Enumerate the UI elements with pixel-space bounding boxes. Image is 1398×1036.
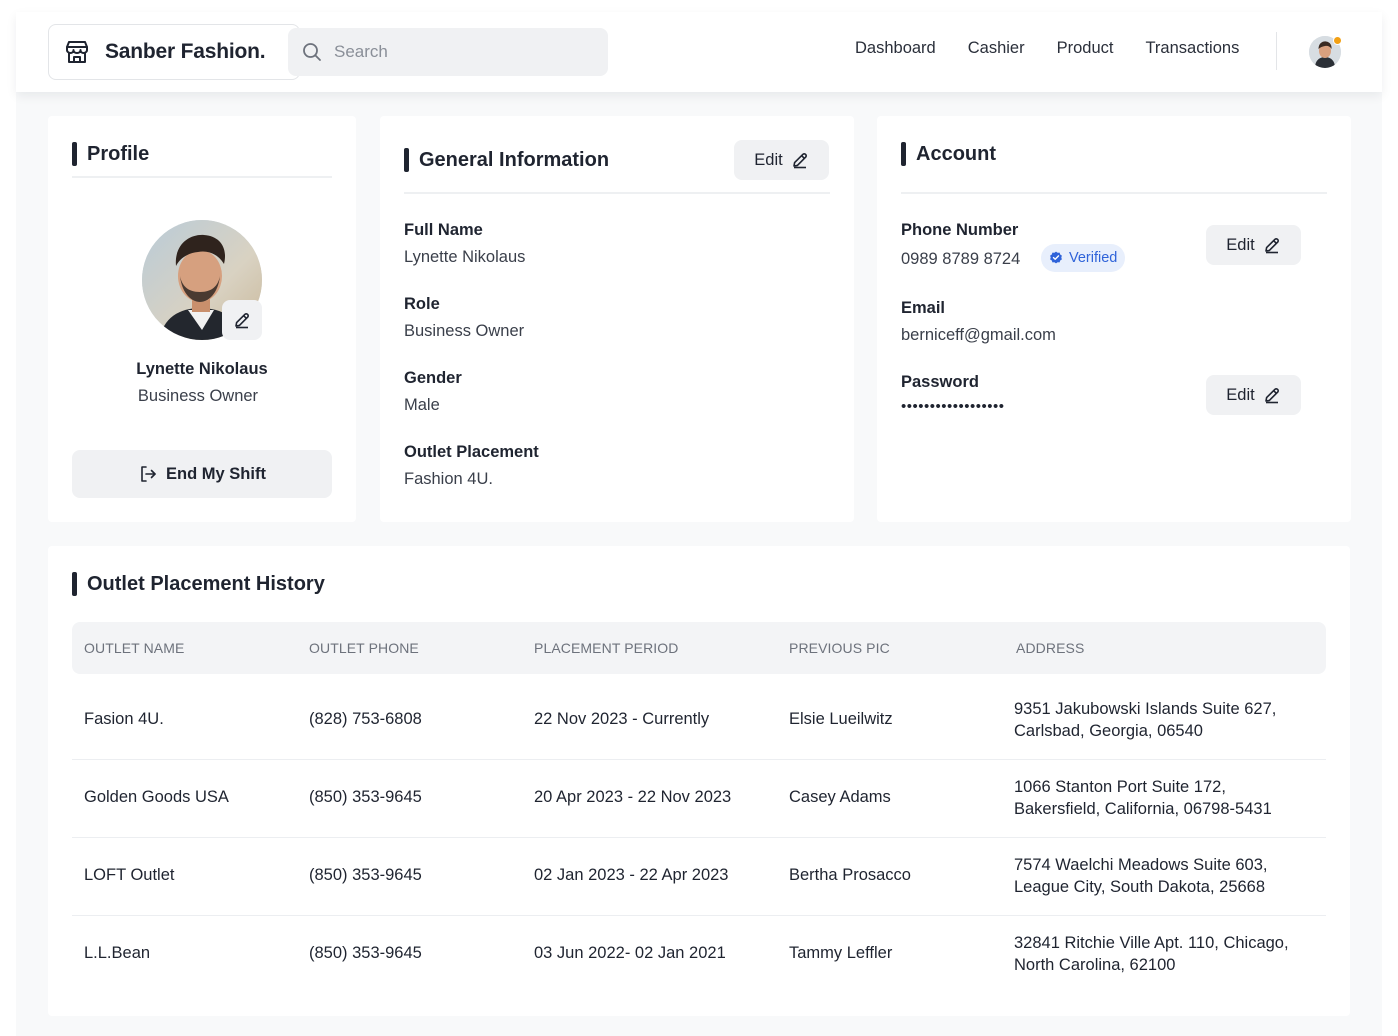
profile-title-text: Profile bbox=[87, 142, 150, 165]
profile-name: Lynette Nikolaus bbox=[136, 360, 268, 378]
store-icon bbox=[66, 41, 88, 63]
account-title-text: Account bbox=[916, 142, 996, 165]
cell-address: 1066 Stanton Port Suite 172, Bakersfield… bbox=[1014, 778, 1272, 818]
cell-previous-pic: Tammy Leffler bbox=[789, 944, 893, 962]
divider bbox=[72, 176, 332, 178]
phone-label: Phone Number bbox=[901, 221, 1019, 239]
edit-pencil-icon bbox=[235, 313, 249, 329]
column-header: PREVIOUS PIC bbox=[789, 640, 890, 656]
edit-pencil-icon bbox=[1264, 238, 1279, 254]
password-label: Password bbox=[901, 373, 979, 391]
nav-dashboard[interactable]: Dashboard bbox=[855, 39, 936, 58]
search-input[interactable] bbox=[334, 42, 594, 62]
gender-label: Gender bbox=[404, 369, 462, 387]
cell-outlet-name: Fasion 4U. bbox=[84, 710, 164, 728]
search-icon bbox=[303, 43, 321, 61]
table-row[interactable]: LOFT Outlet (850) 353-9645 02 Jan 2023 -… bbox=[72, 838, 1326, 916]
verified-label: Verified bbox=[1069, 250, 1118, 266]
outlet-placement-value: Fashion 4U. bbox=[404, 470, 493, 488]
nav-transactions[interactable]: Transactions bbox=[1145, 39, 1239, 58]
top-header: Sanber Fashion. Dashboard Cashier Produc… bbox=[16, 12, 1382, 92]
cell-outlet-name: Golden Goods USA bbox=[84, 788, 229, 806]
general-info-card: General Information Edit Full Name Lynet… bbox=[380, 116, 854, 522]
email-label: Email bbox=[901, 299, 946, 317]
full-name-value: Lynette Nikolaus bbox=[404, 248, 526, 266]
cell-address: 9351 Jakubowski Islands Suite 627, Carls… bbox=[1014, 700, 1277, 740]
edit-pencil-icon bbox=[1264, 388, 1279, 404]
cell-placement-period: 20 Apr 2023 - 22 Nov 2023 bbox=[534, 788, 732, 806]
full-name-label: Full Name bbox=[404, 221, 483, 239]
nav-product[interactable]: Product bbox=[1057, 39, 1114, 58]
title-accent-bar bbox=[404, 148, 409, 172]
end-shift-label: End My Shift bbox=[166, 464, 266, 483]
cell-address: 32841 Ritchie Ville Apt. 110, Chicago, N… bbox=[1014, 934, 1289, 974]
cell-placement-period: 02 Jan 2023 - 22 Apr 2023 bbox=[534, 866, 729, 884]
cell-outlet-name: L.L.Bean bbox=[84, 944, 151, 962]
phone-value: 0989 8789 8724 bbox=[901, 250, 1021, 268]
edit-label: Edit bbox=[1226, 385, 1255, 404]
title-accent-bar bbox=[72, 572, 77, 596]
table-header: OUTLET NAME OUTLET PHONE PLACEMENT PERIO… bbox=[72, 622, 1326, 674]
photo-edit-button[interactable] bbox=[222, 300, 262, 340]
cell-outlet-phone: (850) 353-9645 bbox=[309, 944, 422, 962]
main-nav: Dashboard Cashier Product Transactions bbox=[855, 39, 1271, 58]
verified-badge: Verified bbox=[1041, 244, 1126, 272]
placement-history-title: Outlet Placement History bbox=[72, 572, 325, 596]
profile-role: Business Owner bbox=[137, 387, 259, 405]
cell-previous-pic: Bertha Prosacco bbox=[789, 866, 911, 884]
brand-logo[interactable]: Sanber Fashion. bbox=[48, 24, 300, 80]
role-value: Business Owner bbox=[404, 322, 525, 340]
role-label: Role bbox=[404, 295, 440, 313]
outlet-placement-label: Outlet Placement bbox=[404, 443, 539, 461]
column-header: OUTLET PHONE bbox=[309, 640, 419, 656]
account-title: Account bbox=[901, 142, 996, 166]
cell-outlet-name: LOFT Outlet bbox=[84, 866, 175, 884]
cell-address: 7574 Waelchi Meadows Suite 603, League C… bbox=[1014, 856, 1268, 896]
column-header: ADDRESS bbox=[1016, 640, 1085, 656]
edit-pencil-icon bbox=[792, 153, 807, 169]
gender-value: Male bbox=[404, 396, 440, 414]
logout-icon bbox=[141, 466, 156, 482]
table-row[interactable]: Golden Goods USA (850) 353-9645 20 Apr 2… bbox=[72, 760, 1326, 838]
verified-badge-icon bbox=[1050, 251, 1062, 264]
end-shift-button[interactable]: End My Shift bbox=[72, 450, 332, 498]
nav-divider bbox=[1276, 32, 1277, 70]
password-edit-button[interactable]: Edit bbox=[1206, 375, 1301, 415]
profile-card: Profile Lynette Nikolaus Business Owner … bbox=[48, 116, 356, 522]
table-row[interactable]: Fasion 4U. (828) 753-6808 22 Nov 2023 - … bbox=[72, 682, 1326, 760]
divider bbox=[404, 192, 830, 194]
brand-name: Sanber Fashion. bbox=[105, 40, 266, 63]
title-accent-bar bbox=[901, 142, 906, 166]
column-header: PLACEMENT PERIOD bbox=[534, 640, 679, 656]
cell-previous-pic: Casey Adams bbox=[789, 788, 891, 806]
placement-history-card: Outlet Placement History OUTLET NAME OUT… bbox=[48, 546, 1350, 1016]
title-accent-bar bbox=[72, 142, 77, 166]
password-value: •••••••••••••••••• bbox=[901, 398, 1005, 415]
cell-outlet-phone: (850) 353-9645 bbox=[309, 788, 422, 806]
search-bar[interactable] bbox=[288, 28, 608, 76]
nav-cashier[interactable]: Cashier bbox=[968, 39, 1025, 58]
app-canvas: Sanber Fashion. Dashboard Cashier Produc… bbox=[16, 12, 1382, 1036]
account-card: Account Phone Number 0989 8789 8724 Veri… bbox=[877, 116, 1351, 522]
general-info-title-text: General Information bbox=[419, 148, 610, 171]
edit-label: Edit bbox=[754, 150, 783, 169]
divider bbox=[901, 192, 1327, 194]
profile-title: Profile bbox=[72, 142, 149, 166]
edit-label: Edit bbox=[1226, 235, 1255, 254]
cell-placement-period: 22 Nov 2023 - Currently bbox=[534, 710, 710, 728]
notification-dot bbox=[1333, 36, 1342, 45]
general-info-title: General Information bbox=[404, 148, 609, 172]
placement-history-title-text: Outlet Placement History bbox=[87, 572, 325, 595]
column-header: OUTLET NAME bbox=[84, 640, 185, 656]
cell-previous-pic: Elsie Lueilwitz bbox=[789, 710, 893, 728]
email-value: berniceff@gmail.com bbox=[901, 326, 1056, 344]
cell-placement-period: 03 Jun 2022- 02 Jan 2021 bbox=[534, 944, 726, 962]
phone-edit-button[interactable]: Edit bbox=[1206, 225, 1301, 265]
cell-outlet-phone: (850) 353-9645 bbox=[309, 866, 422, 884]
cell-outlet-phone: (828) 753-6808 bbox=[309, 710, 422, 728]
general-edit-button[interactable]: Edit bbox=[734, 140, 829, 180]
table-row[interactable]: L.L.Bean (850) 353-9645 03 Jun 2022- 02 … bbox=[72, 916, 1326, 994]
